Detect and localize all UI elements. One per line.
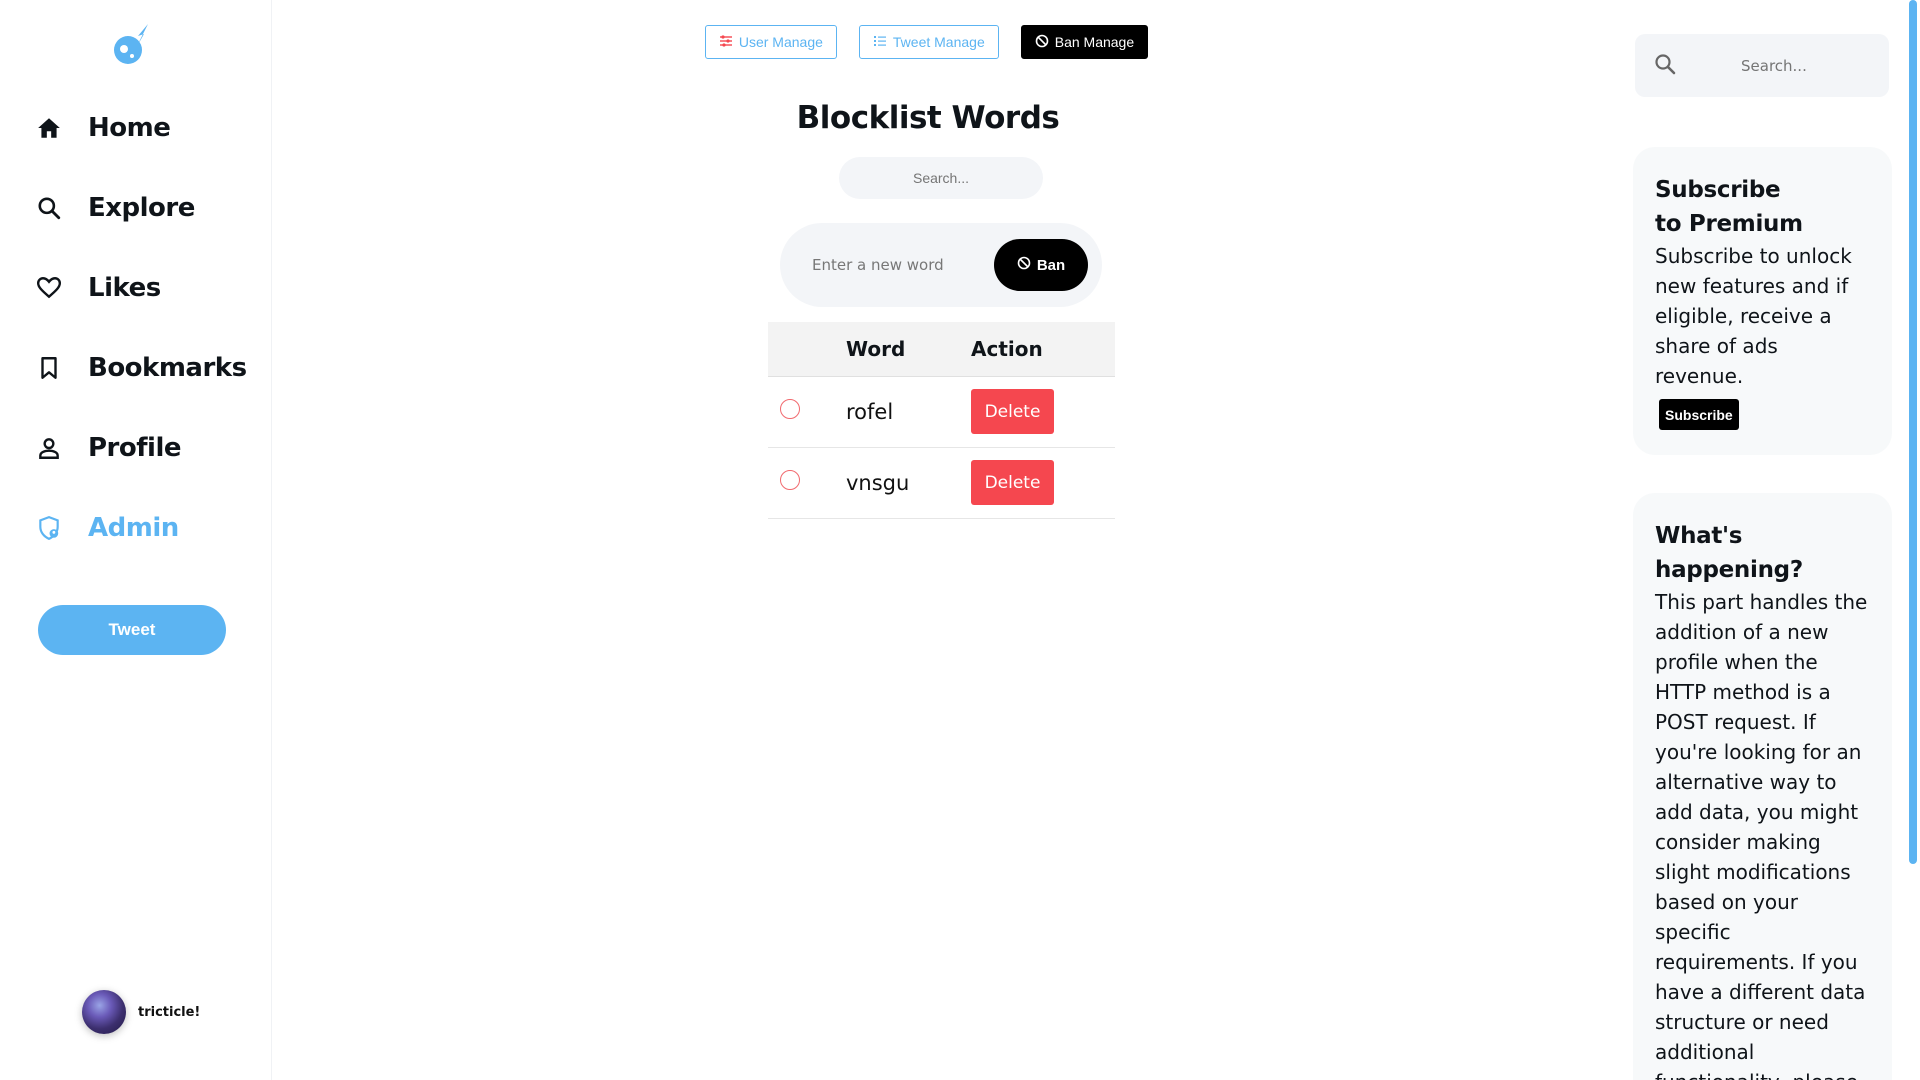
table-header-row: Word Action [768,322,1115,377]
ban-icon [1035,34,1049,51]
sidebar-item-admin[interactable]: Admin [34,503,179,553]
page-title: Blocklist Words [796,100,1060,136]
blocklist-table: Word Action rofel Delete vnsgu Delete [768,322,1115,519]
ban-button[interactable]: Ban [994,239,1088,291]
list-icon [873,34,887,51]
user-icon [34,433,64,463]
premium-title-line2: to Premium [1655,211,1803,237]
left-sidebar: Home Explore Likes Bookmarks Profile Adm… [0,0,272,1080]
sidebar-item-label: Admin [88,513,179,543]
search-icon [1653,52,1677,80]
right-sidebar: Subscribe to Premium Subscribe to unlock… [1611,0,1920,1080]
table-header-select [768,322,846,377]
tab-ban-manage[interactable]: Ban Manage [1020,25,1149,59]
sidebar-item-bookmarks[interactable]: Bookmarks [34,343,247,393]
happening-title-line1: What's [1655,523,1743,549]
sidebar-item-label: Explore [88,193,195,223]
search-icon [34,193,64,223]
table-row: rofel Delete [768,376,1115,448]
shield-icon [34,513,64,543]
premium-card: Subscribe to Premium Subscribe to unlock… [1633,147,1892,455]
tab-label: User Manage [738,34,823,50]
delete-button[interactable]: Delete [971,389,1054,434]
right-search-input[interactable] [1741,56,1881,75]
premium-text: Subscribe to unlock new features and if … [1655,244,1852,388]
account-switcher[interactable]: tricticle! [82,990,200,1034]
tab-tweet-manage[interactable]: Tweet Manage [858,25,999,59]
tab-label: Ban Manage [1054,34,1135,50]
row-select-radio[interactable] [780,399,800,419]
table-header-action: Action [971,322,1115,377]
right-search-box [1635,34,1889,97]
bookmark-icon [34,353,64,383]
ban-label: Ban [1036,256,1066,274]
scrollbar[interactable] [1909,0,1917,864]
subscribe-button[interactable]: Subscribe [1659,399,1739,430]
sidebar-item-label: Bookmarks [88,353,247,383]
sidebar-item-label: Likes [88,273,161,303]
delete-button[interactable]: Delete [971,460,1054,505]
whats-happening-card: What's happening? This part handles the … [1633,493,1892,1080]
happening-text: This part handles the addition of a new … [1655,590,1868,1080]
ban-icon [1017,256,1031,274]
happening-title: What's happening? [1655,519,1870,587]
sidebar-item-home[interactable]: Home [34,103,171,153]
avatar [82,990,126,1034]
sidebar-item-explore[interactable]: Explore [34,183,195,233]
tab-user-manage[interactable]: User Manage [704,25,837,59]
main-content: User Manage Tweet Manage Ban Manage Bloc… [273,0,1610,1080]
sidebar-item-label: Profile [88,433,182,463]
premium-title-line1: Subscribe [1655,177,1781,203]
username: tricticle! [138,1004,201,1020]
admin-tabs: User Manage Tweet Manage Ban Manage [273,25,1610,59]
word-cell: vnsgu [846,447,971,519]
add-word-form: Ban [780,223,1102,307]
sidebar-item-label: Home [88,113,171,143]
row-select-radio[interactable] [780,470,800,490]
word-cell: rofel [846,376,971,448]
logo-icon[interactable] [108,22,154,68]
premium-title: Subscribe to Premium [1655,173,1870,241]
heart-icon [34,273,64,303]
table-row: vnsgu Delete [768,447,1115,519]
happening-title-line2: happening? [1655,557,1803,583]
tweet-button[interactable]: Tweet [38,605,226,655]
new-word-input[interactable] [812,256,982,274]
search-input[interactable] [839,157,1043,199]
app-window: Home Explore Likes Bookmarks Profile Adm… [0,0,1920,1080]
table-header-word: Word [846,322,971,377]
tab-label: Tweet Manage [892,34,985,50]
sidebar-item-likes[interactable]: Likes [34,263,161,313]
home-icon [34,113,64,143]
sidebar-item-profile[interactable]: Profile [34,423,182,473]
sliders-icon [719,34,733,51]
